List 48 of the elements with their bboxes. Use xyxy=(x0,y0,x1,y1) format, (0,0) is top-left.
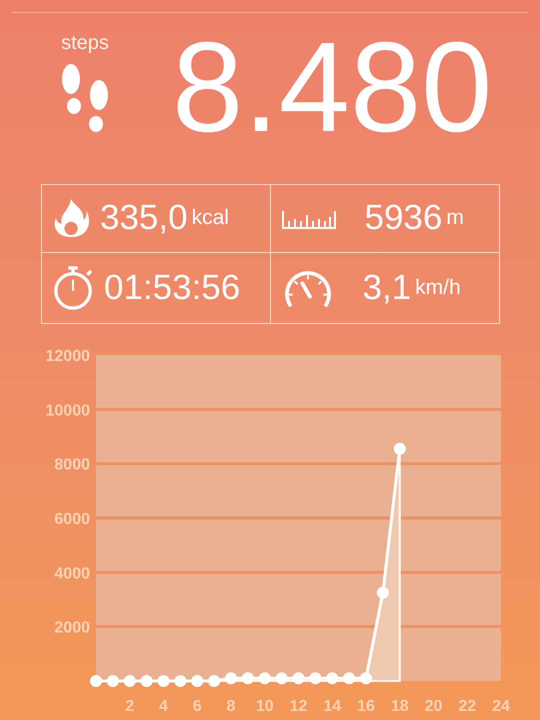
x-axis-label: 16 xyxy=(357,698,375,715)
x-axis-label: 24 xyxy=(492,698,510,715)
y-axis-label: 10000 xyxy=(46,402,90,420)
flame-icon xyxy=(52,197,90,240)
x-axis-label: 20 xyxy=(424,698,442,715)
data-point xyxy=(225,672,237,684)
data-point xyxy=(174,675,186,687)
y-axis-label: 4000 xyxy=(54,565,90,582)
data-point xyxy=(208,675,220,687)
data-point xyxy=(360,672,372,684)
x-axis-label: 4 xyxy=(159,698,168,715)
data-point xyxy=(276,672,288,684)
data-point xyxy=(394,442,406,455)
data-point xyxy=(326,672,338,684)
data-point xyxy=(376,586,389,599)
distance-value: 5936 xyxy=(364,198,442,238)
steps-label: steps xyxy=(61,32,109,54)
data-point xyxy=(140,675,153,687)
unit-label: m xyxy=(446,206,464,230)
data-point xyxy=(106,675,119,687)
data-point xyxy=(158,675,170,687)
data-point xyxy=(242,672,254,684)
duration-value: 01:53:56 xyxy=(104,268,240,308)
data-point xyxy=(90,675,102,687)
data-point xyxy=(309,672,322,684)
x-axis-label: 14 xyxy=(323,698,342,715)
x-axis-label: 8 xyxy=(226,698,236,715)
data-point xyxy=(124,675,136,687)
y-axis-label: 6000 xyxy=(54,511,90,528)
x-axis-label: 6 xyxy=(192,698,202,715)
y-axis-label: 12000 xyxy=(46,348,90,365)
x-axis-label: 22 xyxy=(458,698,476,715)
x-axis-label: 12 xyxy=(290,698,308,715)
y-axis-label: 8000 xyxy=(54,456,90,474)
calories-value: 335,0 xyxy=(100,198,188,238)
x-axis-label: 2 xyxy=(125,698,134,715)
y-axis-label: 2000 xyxy=(54,620,90,637)
steps-count: 8.480 xyxy=(172,24,492,152)
unit-label: kcal xyxy=(192,206,229,230)
x-axis-label: 10 xyxy=(256,698,274,715)
data-point xyxy=(258,672,271,684)
speed-value: 3,1 xyxy=(362,268,412,308)
data-point xyxy=(191,675,204,687)
data-point xyxy=(343,672,356,684)
data-point xyxy=(292,672,304,684)
x-axis-label: 18 xyxy=(390,698,409,715)
stopwatch-icon xyxy=(52,264,94,311)
unit-label: km/h xyxy=(415,276,461,300)
